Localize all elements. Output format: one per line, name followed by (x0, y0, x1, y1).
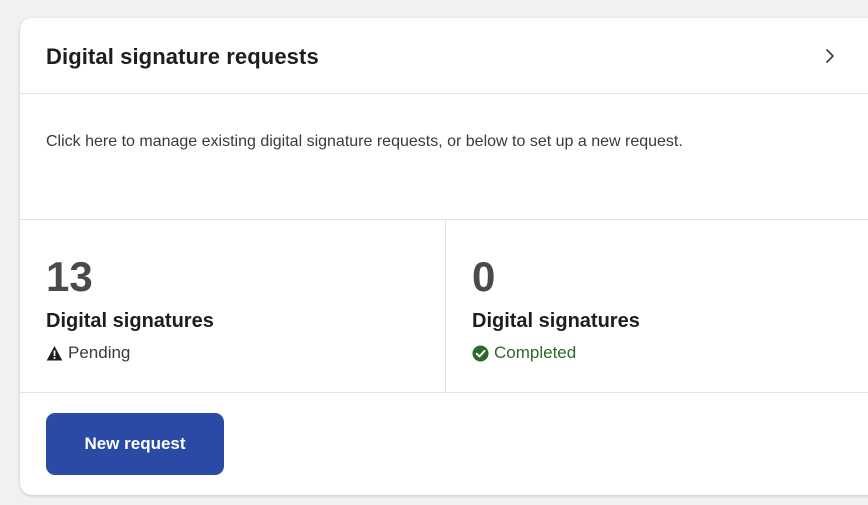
completed-status: Completed (472, 343, 576, 363)
manage-requests-description[interactable]: Click here to manage existing digital si… (20, 94, 868, 220)
pending-status: Pending (46, 343, 130, 363)
card-footer: New request (20, 393, 868, 495)
pending-label: Digital signatures (46, 310, 214, 332)
completed-label: Digital signatures (472, 310, 640, 332)
check-circle-icon (472, 345, 489, 362)
completed-status-text: Completed (494, 343, 577, 362)
pending-status-text: Pending (68, 343, 131, 362)
card-header-link[interactable]: Digital signature requests (20, 18, 868, 94)
completed-count: 0 (472, 253, 496, 300)
digital-signature-card: Digital signature requests Click here to… (20, 18, 868, 495)
chevron-right-icon[interactable] (822, 45, 838, 67)
stats-panel: 13 Digital signatures Pending 0 Digital … (20, 220, 868, 393)
new-request-button[interactable]: New request (46, 413, 224, 475)
warning-triangle-icon (46, 345, 63, 362)
card-title: Digital signature requests (46, 44, 319, 69)
pending-stat: 13 Digital signatures Pending (20, 220, 446, 392)
pending-count: 13 (46, 253, 93, 300)
completed-stat: 0 Digital signatures Completed (446, 220, 868, 392)
